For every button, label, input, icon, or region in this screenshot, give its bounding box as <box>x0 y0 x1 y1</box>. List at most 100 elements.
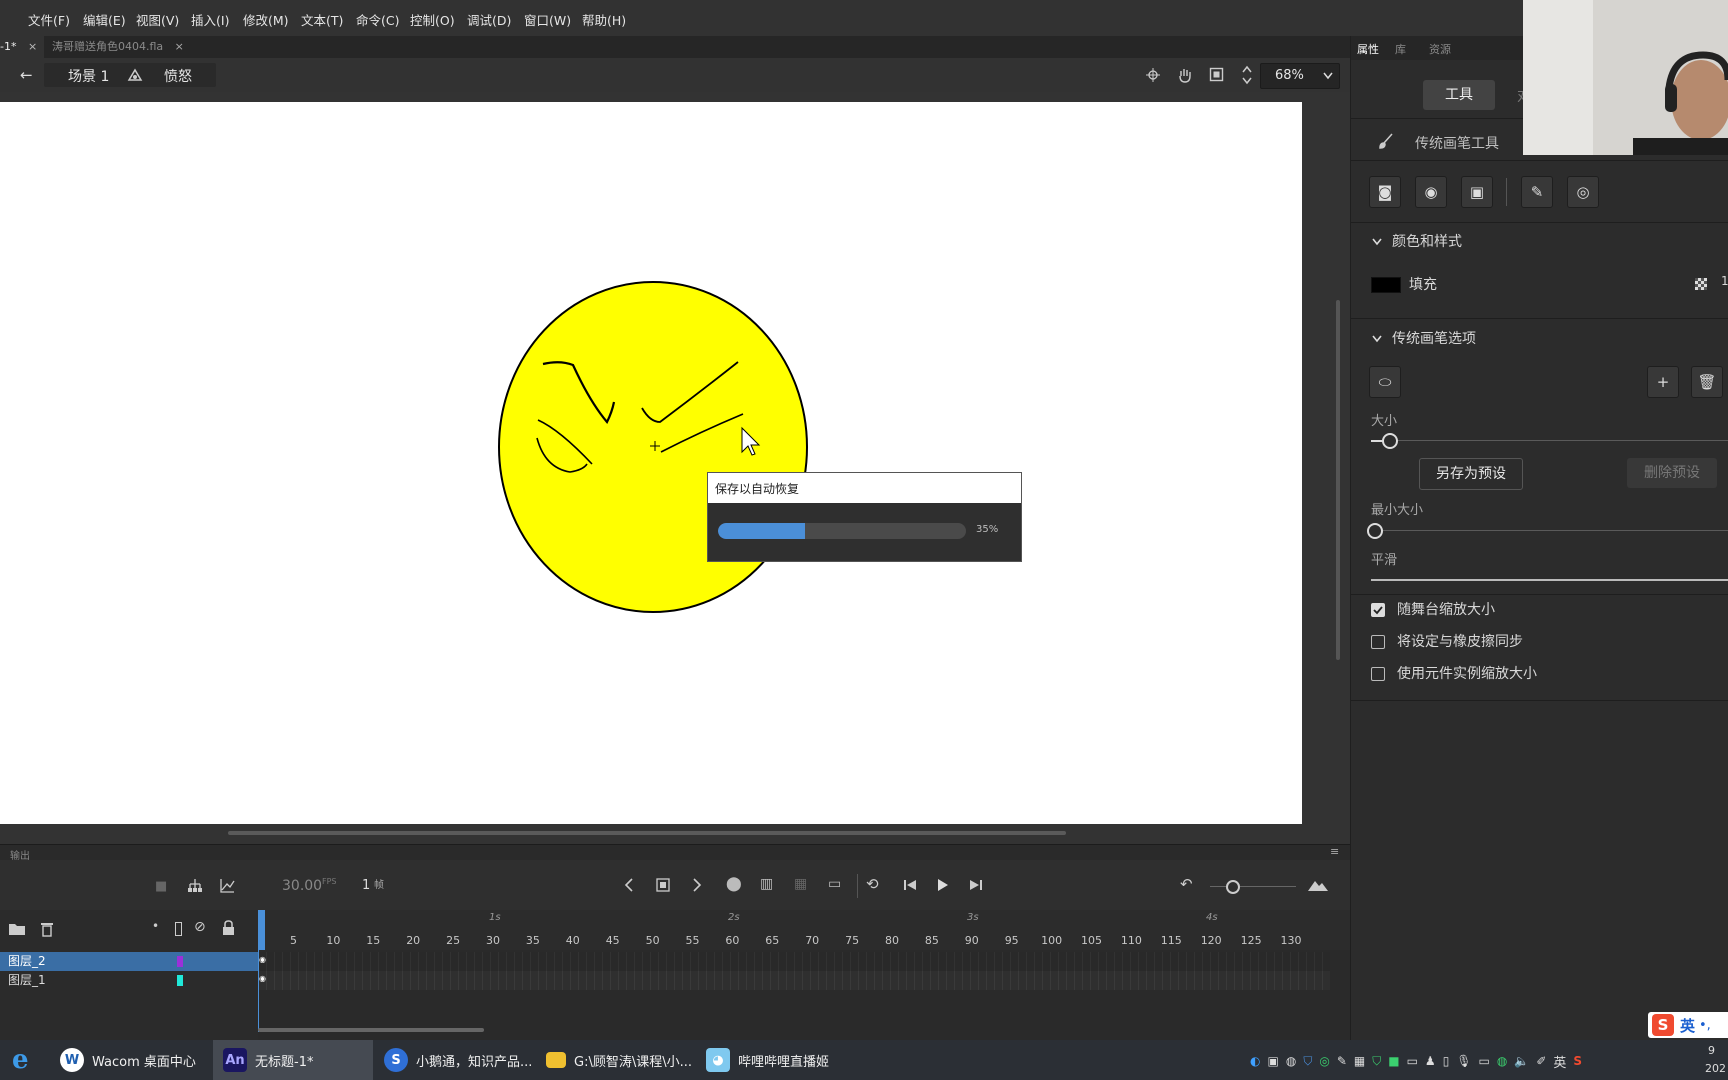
trash-icon[interactable]: 🗑 <box>1691 366 1723 398</box>
taskbar-wacom[interactable]: W Wacom 桌面中心 <box>60 1040 210 1080</box>
fill-color-swatch[interactable] <box>1371 277 1401 293</box>
insert-keyframe-icon[interactable]: ▦ <box>794 876 807 892</box>
play-icon[interactable] <box>937 879 949 891</box>
tray-monitor-icon[interactable]: ▭ <box>1479 1054 1490 1068</box>
panel-menu-icon[interactable]: ≡ <box>1330 845 1339 858</box>
layer-color-swatch[interactable] <box>177 956 183 967</box>
checkbox-sync-eraser[interactable] <box>1371 635 1385 649</box>
onion-skin-icon[interactable]: ⬤ <box>726 876 742 892</box>
close-icon[interactable]: × <box>175 40 184 53</box>
panel-tab-library[interactable]: 库 <box>1395 41 1406 57</box>
tray-network-icon[interactable]: ◍ <box>1286 1054 1296 1068</box>
hide-eye-icon[interactable]: ⊘ <box>194 919 206 935</box>
back-arrow-icon[interactable]: ← <box>20 66 33 84</box>
tab-tool[interactable]: 工具 <box>1423 80 1495 110</box>
dot-icon[interactable]: • <box>152 919 159 933</box>
section-color-style[interactable]: 颜色和样式 <box>1392 231 1462 251</box>
tray-photo-icon[interactable]: ▣ <box>1267 1054 1278 1068</box>
tray-ime-label[interactable]: 英 <box>1553 1052 1566 1071</box>
taskbar-animate[interactable]: An 无标题-1* <box>213 1040 373 1080</box>
fill-alpha-value[interactable]: 1 <box>1721 274 1728 288</box>
ie-icon[interactable]: e <box>12 1040 29 1080</box>
brush-shape-icon[interactable]: ⬭ <box>1369 366 1401 398</box>
tray-window-icon[interactable]: ▭ <box>1407 1054 1418 1068</box>
lock-icon[interactable] <box>222 920 235 935</box>
keyframe-dot[interactable]: ◉ <box>259 955 266 964</box>
step-forward-icon[interactable] <box>969 879 983 891</box>
mountains-icon[interactable] <box>1308 879 1328 891</box>
menu-edit[interactable]: 编辑(E) <box>83 10 126 29</box>
frames-grid[interactable]: 1s 2s 3s 4s 5 10 15 20 25 30 35 40 45 50 55 60 65 70 7… <box>258 910 1350 1040</box>
taskbar-explorer[interactable]: G:\顾智涛\课程\小... <box>546 1040 696 1080</box>
object-drawing-icon[interactable]: ◙ <box>1369 176 1401 208</box>
insert-blank-keyframe-icon[interactable]: ▭ <box>828 876 841 892</box>
camera-icon[interactable]: ■ <box>155 879 167 894</box>
current-frame[interactable]: 1 <box>362 878 370 893</box>
edit-multiple-frames-icon[interactable]: ▥ <box>760 876 773 892</box>
timeline-zoom-handle[interactable] <box>1226 880 1240 894</box>
folder-icon[interactable] <box>8 922 26 936</box>
lock-fill-icon[interactable]: ▣ <box>1461 176 1493 208</box>
chevron-right-icon[interactable] <box>692 878 702 892</box>
tray-shield-icon[interactable]: ⛉ <box>1303 1054 1312 1069</box>
symbol-label[interactable]: 愤怒 <box>164 66 192 86</box>
menu-window[interactable]: 窗口(W) <box>524 10 571 29</box>
keyframe-dot[interactable]: ◉ <box>259 974 266 983</box>
fit-frame-icon[interactable] <box>1209 67 1224 82</box>
layer-row-1[interactable]: 图层_1 <box>0 971 258 990</box>
tab-character-file[interactable]: 涛哥赠送角色0404.fla × <box>52 36 184 58</box>
taskbar-browser[interactable]: S 小鹅通，知识产品... <box>384 1040 534 1080</box>
stage[interactable] <box>0 102 1302 824</box>
menu-commands[interactable]: 命令(C) <box>356 10 399 29</box>
tray-mic-icon[interactable]: 🎙 <box>1456 1054 1471 1068</box>
section-brush-options[interactable]: 传统画笔选项 <box>1392 328 1476 348</box>
zoom-select[interactable]: 68% <box>1260 63 1340 89</box>
menu-text[interactable]: 文本(T) <box>301 10 343 29</box>
tray-pen-icon[interactable]: ✎ <box>1337 1054 1347 1068</box>
crosshair-icon[interactable] <box>1146 68 1160 82</box>
brush-mode-icon[interactable]: ◉ <box>1415 176 1447 208</box>
menu-file[interactable]: 文件(F) <box>28 10 70 29</box>
delete-preset-button[interactable]: 删除预设 <box>1627 458 1717 488</box>
outline-icon[interactable] <box>175 922 182 936</box>
tray-shield-green-icon[interactable]: ⛉ <box>1372 1054 1381 1069</box>
smooth-slider-track[interactable] <box>1371 579 1728 581</box>
menu-insert[interactable]: 插入(I) <box>191 10 229 29</box>
chevron-down-icon[interactable] <box>1371 333 1383 345</box>
taskbar-bilibili[interactable]: ◕ 哔哩哔哩直播姬 <box>706 1040 856 1080</box>
tab-untitled[interactable]: -1* × <box>0 36 44 58</box>
timeline-zoom-slider[interactable] <box>1210 886 1296 887</box>
layer-color-swatch[interactable] <box>177 975 183 986</box>
timeline-horizontal-scrollbar[interactable] <box>258 1028 484 1032</box>
frame-ruler[interactable] <box>258 910 1350 950</box>
min-size-slider-track[interactable] <box>1371 530 1728 531</box>
tray-volume-icon[interactable]: 🔈 <box>1514 1054 1529 1068</box>
tray-green-square-icon[interactable]: ■ <box>1388 1054 1399 1068</box>
pressure-icon[interactable]: ◎ <box>1567 176 1599 208</box>
panel-tab-properties[interactable]: 属性 <box>1357 41 1379 57</box>
tray-app-icon[interactable]: ◐ <box>1250 1054 1260 1068</box>
tray-wechat-icon[interactable]: ◍ <box>1497 1054 1507 1068</box>
ime-floating-bar[interactable]: S 英 •, <box>1648 1012 1728 1038</box>
layer-hierarchy-icon[interactable] <box>187 878 203 894</box>
loop-icon[interactable]: ⟲ <box>866 875 879 893</box>
save-preset-button[interactable]: 另存为预设 <box>1419 458 1523 490</box>
min-size-slider-handle[interactable] <box>1367 523 1383 539</box>
tray-stylus-icon[interactable]: ✐ <box>1536 1054 1546 1068</box>
frame-row-2[interactable] <box>258 952 1330 971</box>
menu-modify[interactable]: 修改(M) <box>243 10 289 29</box>
size-slider-handle[interactable] <box>1382 433 1398 449</box>
menu-debug[interactable]: 调试(D) <box>467 10 511 29</box>
fps-value[interactable]: 30.00 <box>282 878 322 894</box>
chevron-left-icon[interactable] <box>624 878 634 892</box>
tray-usb-icon[interactable]: ▯ <box>1443 1054 1450 1068</box>
stage-vertical-scrollbar[interactable] <box>1336 300 1340 660</box>
tray-grid-icon[interactable]: ▦ <box>1354 1054 1365 1068</box>
size-slider-track[interactable] <box>1371 440 1728 441</box>
undo-icon[interactable]: ↶ <box>1180 875 1193 893</box>
tray-qq-icon[interactable]: ♟ <box>1425 1054 1436 1068</box>
tray-green-icon[interactable]: ◎ <box>1319 1054 1329 1068</box>
panel-tab-assets[interactable]: 资源 <box>1429 41 1451 57</box>
menu-control[interactable]: 控制(O) <box>410 10 455 29</box>
magic-wand-icon[interactable]: ✎ <box>1521 176 1553 208</box>
